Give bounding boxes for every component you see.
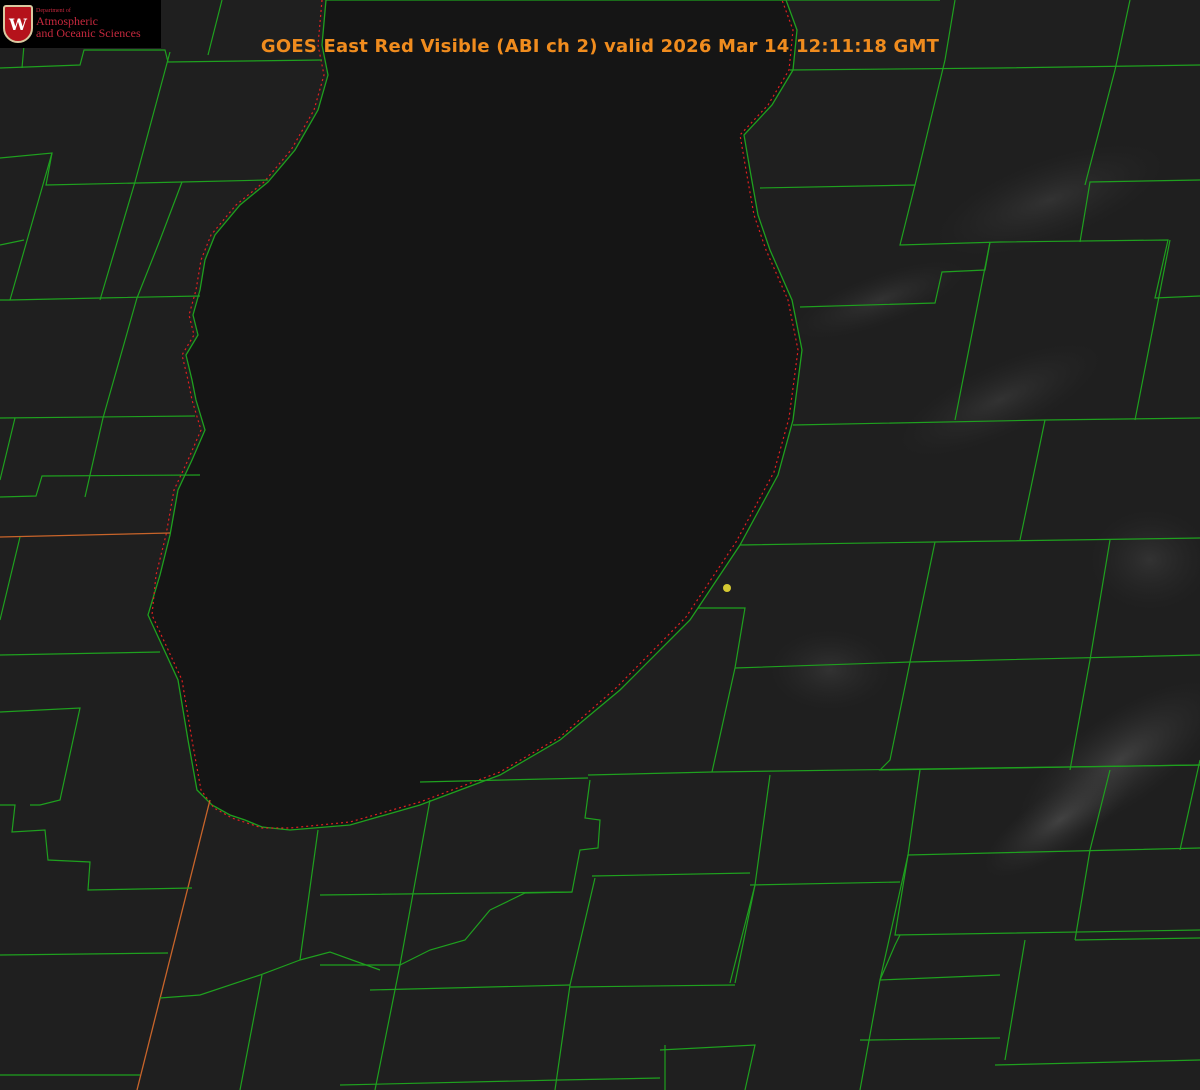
image-title: GOES East Red Visible (ABI ch 2) valid 2…: [260, 36, 940, 57]
logo-text: Department of Atmospheric and Oceanic Sc…: [36, 8, 141, 39]
location-dot-icon: [723, 584, 731, 592]
map-canvas: [0, 0, 1200, 1090]
satellite-image: W Department of Atmospheric and Oceanic …: [0, 0, 1200, 1090]
